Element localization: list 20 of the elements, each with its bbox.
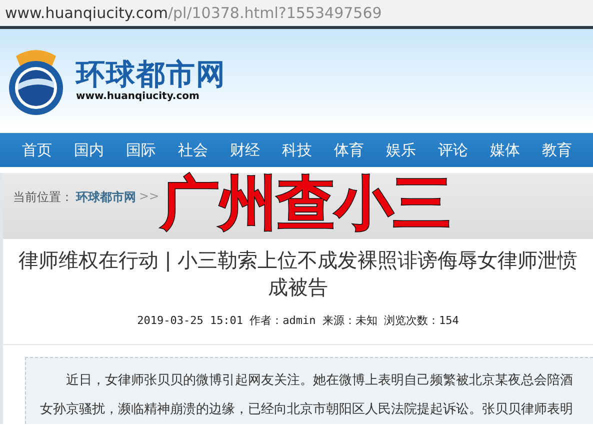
nav-link[interactable]: 国内 bbox=[63, 140, 115, 160]
nav-link[interactable]: 科技 bbox=[271, 140, 323, 160]
article-title: 律师维权在行动 | 小三勒索上位不成发裸照诽谤侮辱女律师泄愤成被告 bbox=[17, 247, 579, 301]
overlay-caption: 广州查小三 bbox=[161, 169, 451, 237]
nav-link[interactable]: 媒体 bbox=[479, 140, 531, 160]
site-logo-text[interactable]: 环球都市网 bbox=[76, 56, 226, 90]
nav-link[interactable]: 社会 bbox=[167, 140, 219, 160]
breadcrumb-label: 当前位置： bbox=[13, 189, 73, 206]
nav-link[interactable]: 财经 bbox=[219, 140, 271, 160]
breadcrumb-separator: >> bbox=[139, 189, 160, 203]
nav-link[interactable]: 体育 bbox=[323, 140, 375, 160]
nav-link[interactable]: 娱乐 bbox=[375, 140, 427, 160]
site-domain: www.huanqiucity.com bbox=[76, 90, 200, 102]
breadcrumb-link[interactable]: 环球都市网 bbox=[76, 189, 136, 206]
article-summary: 近日，女律师张贝贝的微博引起网友关注。她在微博上表明自己频繁被北京某夜总会陪酒女孙京骚扰，濒临精神崩溃的边缘，已经向北京市朝阳区人民法院提起诉讼。张贝贝律师表明 bbox=[25, 357, 593, 424]
nav-link[interactable]: 评论 bbox=[427, 140, 479, 160]
nav-link[interactable]: 国际 bbox=[115, 140, 167, 160]
nav-link[interactable]: 教育 bbox=[531, 140, 583, 160]
nav-link[interactable]: 首页 bbox=[11, 140, 63, 160]
article-meta: 2019-03-25 15:01 作者：admin 来源：未知 浏览次数：154 bbox=[136, 313, 460, 328]
